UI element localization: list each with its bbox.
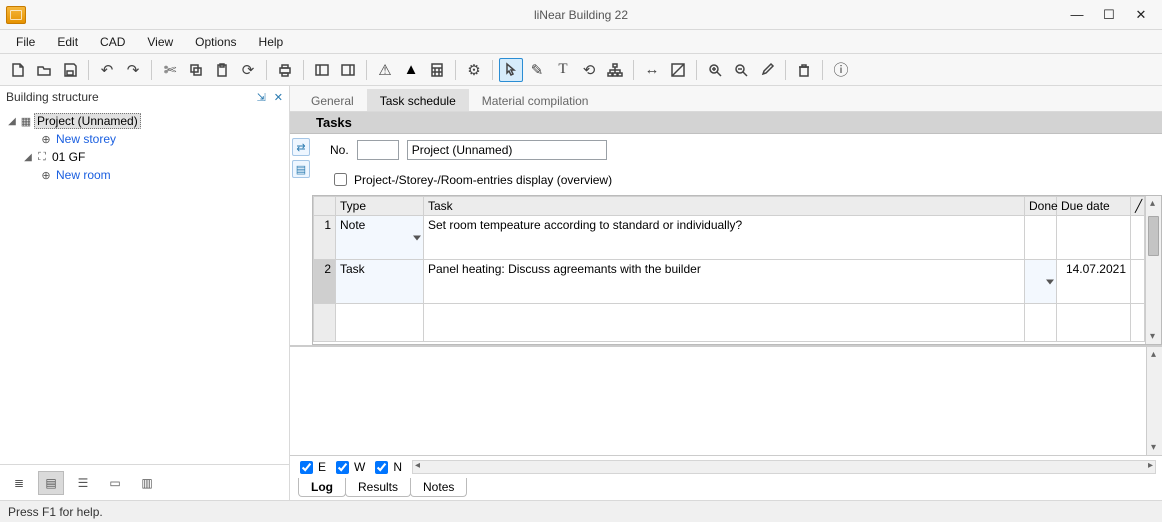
table-row-empty[interactable]	[314, 304, 1145, 342]
overview-checkbox[interactable]	[334, 173, 347, 186]
view-list-icon[interactable]: ≣	[6, 471, 32, 495]
window-title: liNear Building 22	[534, 8, 628, 22]
cut-icon[interactable]: ✄	[158, 58, 182, 82]
col-sort[interactable]: ╱	[1131, 197, 1145, 216]
table-row[interactable]: 1 Note Set room tempeature according to …	[314, 216, 1145, 260]
layer-icon: ⛶	[34, 151, 50, 164]
view-form-icon[interactable]: ▭	[102, 471, 128, 495]
close-button[interactable]: ✕	[1132, 6, 1150, 24]
save-icon[interactable]	[58, 58, 82, 82]
menu-edit[interactable]: Edit	[47, 33, 88, 51]
cell-task[interactable]: Panel heating: Discuss agreemants with t…	[424, 260, 1025, 304]
log-editor[interactable]	[290, 347, 1162, 456]
project-name-field[interactable]	[407, 140, 607, 160]
swap-icon[interactable]: ⇄	[292, 138, 310, 156]
tab-material[interactable]: Material compilation	[469, 89, 602, 111]
open-icon[interactable]	[32, 58, 56, 82]
cell-done[interactable]	[1025, 260, 1057, 304]
tab-results[interactable]: Results	[345, 478, 411, 497]
collapse-icon[interactable]: ◢	[6, 116, 18, 127]
right-panel: General Task schedule Material compilati…	[290, 86, 1162, 500]
status-bar: Press F1 for help.	[0, 500, 1162, 522]
no-label: No.	[330, 143, 349, 157]
col-done[interactable]: Done	[1025, 197, 1057, 216]
tree-new-storey[interactable]: ⊕ New storey	[4, 130, 285, 148]
app-icon	[6, 6, 26, 24]
detail-tabs: General Task schedule Material compilati…	[290, 86, 1162, 112]
copy-icon[interactable]	[184, 58, 208, 82]
tab-task-schedule[interactable]: Task schedule	[367, 89, 469, 111]
redo-icon[interactable]: ↷	[121, 58, 145, 82]
overview-check-label: Project-/Storey-/Room-entries display (o…	[354, 173, 612, 187]
building-tree[interactable]: ◢ ▦ Project (Unnamed) ⊕ New storey ◢ ⛶ 0…	[0, 108, 289, 464]
section-title: Tasks	[290, 112, 1162, 134]
plus-icon: ⊕	[38, 169, 54, 182]
row-number: 2	[314, 260, 336, 304]
tree-root-label: Project (Unnamed)	[34, 113, 141, 129]
task-table[interactable]: Type Task Done Due date ╱ 1 Note Set roo…	[312, 195, 1162, 345]
cell-type[interactable]: Note	[336, 216, 424, 260]
cell-task[interactable]: Set room tempeature according to standar…	[424, 216, 1025, 260]
new-icon[interactable]	[6, 58, 30, 82]
minimize-button[interactable]: —	[1068, 6, 1086, 24]
tab-general[interactable]: General	[298, 89, 367, 111]
check-n[interactable]	[375, 461, 388, 474]
cell-done[interactable]	[1025, 216, 1057, 260]
cell-x	[1131, 260, 1145, 304]
tree-node-01gf[interactable]: ◢ ⛶ 01 GF	[4, 148, 285, 166]
refresh-icon[interactable]: ⟳	[236, 58, 260, 82]
view-headers-icon[interactable]: ▥	[134, 471, 160, 495]
task-no-row: No.	[290, 134, 1162, 166]
menu-bar: File Edit CAD View Options Help	[0, 30, 1162, 54]
sheet-icon[interactable]: ▤	[292, 160, 310, 178]
table-row[interactable]: 2 Task Panel heating: Discuss agreemants…	[314, 260, 1145, 304]
menu-file[interactable]: File	[6, 33, 45, 51]
col-rownum[interactable]	[314, 197, 336, 216]
paste-icon[interactable]	[210, 58, 234, 82]
status-text: Press F1 for help.	[8, 505, 103, 519]
cell-due[interactable]: 14.07.2021	[1057, 260, 1131, 304]
table-vscroll[interactable]	[1145, 196, 1161, 344]
tasks-lower: E W N Log Results Notes	[290, 346, 1162, 500]
tree-project-root[interactable]: ◢ ▦ Project (Unnamed)	[4, 112, 285, 130]
check-e[interactable]	[300, 461, 313, 474]
menu-help[interactable]: Help	[249, 33, 294, 51]
maximize-button[interactable]: ☐	[1100, 6, 1118, 24]
bottom-tabs: Log Results Notes	[290, 478, 1162, 500]
left-viewbar: ≣ ▤ ☰ ▭ ▥	[0, 464, 289, 500]
tree-new-room[interactable]: ⊕ New room	[4, 166, 285, 184]
editor-hscroll[interactable]	[412, 460, 1156, 474]
tab-log[interactable]: Log	[298, 478, 346, 497]
tab-notes[interactable]: Notes	[410, 478, 467, 497]
building-icon: ▦	[18, 115, 34, 128]
ewn-bar: E W N	[290, 456, 1162, 478]
tasks-upper: ⇄ ▤ No. Project-/Storey-/Room-entries di…	[290, 134, 1162, 346]
menu-view[interactable]: View	[137, 33, 183, 51]
col-due[interactable]: Due date	[1057, 197, 1131, 216]
plus-icon: ⊕	[38, 133, 54, 146]
pin-icon[interactable]: ⇲	[257, 91, 266, 104]
left-panel-title: Building structure	[6, 90, 99, 104]
menu-options[interactable]: Options	[185, 33, 246, 51]
collapse-icon[interactable]: ◢	[22, 152, 34, 163]
no-field[interactable]	[357, 140, 399, 160]
cell-due[interactable]	[1057, 216, 1131, 260]
left-panel: Building structure ⇲ ✕ ◢ ▦ Project (Unna…	[0, 86, 290, 500]
view-detail-icon[interactable]: ☰	[70, 471, 96, 495]
editor-vscroll[interactable]	[1146, 347, 1162, 455]
title-bar: liNear Building 22 — ☐ ✕	[0, 0, 1162, 30]
view-card-icon[interactable]: ▤	[38, 471, 64, 495]
row-number: 1	[314, 216, 336, 260]
overview-check-row: Project-/Storey-/Room-entries display (o…	[290, 166, 1162, 195]
cell-x	[1131, 216, 1145, 260]
undo-icon[interactable]: ↶	[95, 58, 119, 82]
check-w[interactable]	[336, 461, 349, 474]
close-panel-icon[interactable]: ✕	[274, 91, 283, 104]
menu-cad[interactable]: CAD	[90, 33, 135, 51]
col-type[interactable]: Type	[336, 197, 424, 216]
cell-type[interactable]: Task	[336, 260, 424, 304]
left-panel-header: Building structure ⇲ ✕	[0, 86, 289, 108]
col-task[interactable]: Task	[424, 197, 1025, 216]
